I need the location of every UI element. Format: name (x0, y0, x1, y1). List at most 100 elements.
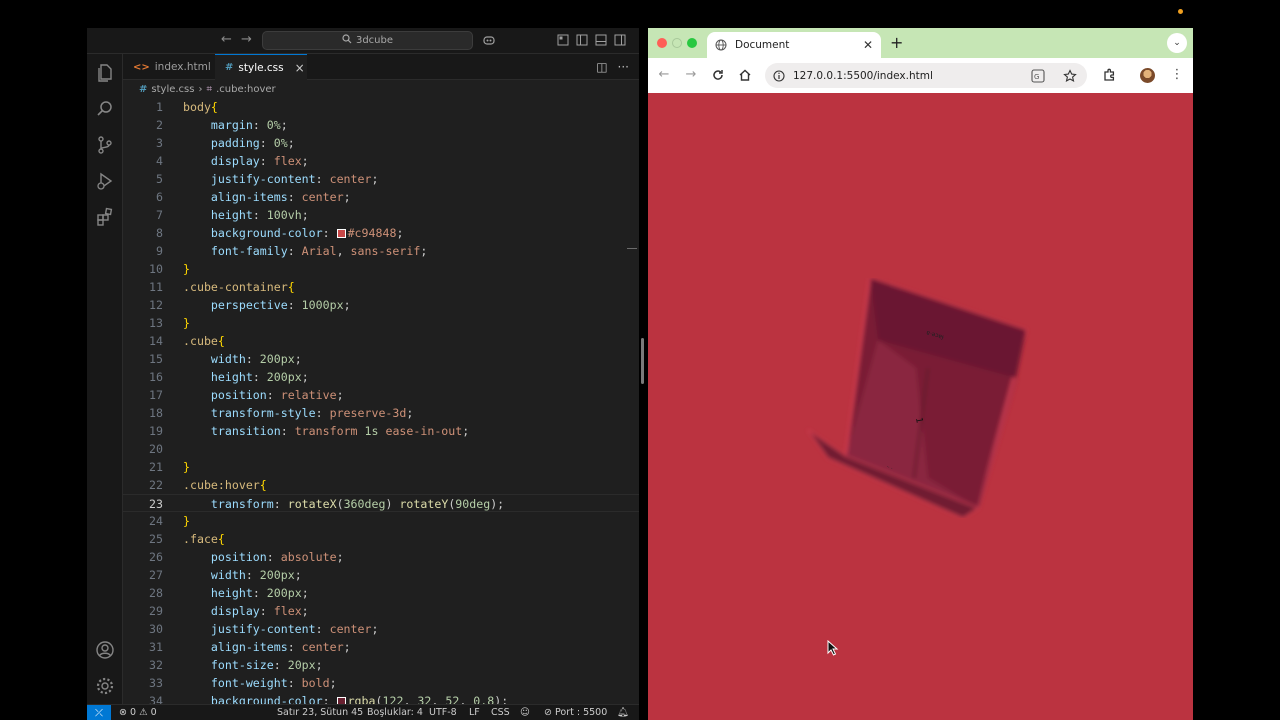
close-tab-icon[interactable]: ✕ (863, 38, 873, 52)
translate-icon[interactable]: G (1031, 68, 1045, 83)
code-text: background-color: rgba(122, 32, 52, 0.8)… (183, 694, 509, 704)
code-text: position: absolute; (183, 550, 344, 564)
code-line[interactable]: 26 position: absolute; (123, 548, 639, 566)
code-line[interactable]: 15 width: 200px; (123, 350, 639, 368)
minimize-window-button[interactable] (672, 38, 682, 48)
breadcrumb-file[interactable]: style.css (151, 84, 194, 95)
code-text: position: relative; (183, 388, 344, 402)
cursor-position[interactable]: Satır 23, Sütun 45 (277, 707, 363, 719)
customize-layout-icon[interactable] (557, 34, 569, 46)
code-line[interactable]: 18 transform-style: preserve-3d; (123, 404, 639, 422)
extensions-icon[interactable] (95, 207, 115, 227)
line-number: 34 (149, 694, 163, 704)
bookmark-star-icon[interactable] (1063, 68, 1077, 83)
code-line[interactable]: 7 height: 100vh; (123, 206, 639, 224)
maximize-window-button[interactable] (687, 38, 697, 48)
toggle-sidebar-icon[interactable] (576, 34, 588, 46)
code-line[interactable]: 5 justify-content: center; (123, 170, 639, 188)
address-bar[interactable]: 127.0.0.1:5500/index.html G (765, 63, 1087, 88)
code-line[interactable]: 23 transform: rotateX(360deg) rotateY(90… (123, 494, 639, 512)
code-line[interactable]: 30 justify-content: center; (123, 620, 639, 638)
home-icon[interactable] (737, 67, 753, 83)
code-line[interactable]: 20 (123, 440, 639, 458)
close-tab-icon[interactable]: × (295, 61, 305, 75)
code-line[interactable]: 29 display: flex; (123, 602, 639, 620)
reload-icon[interactable] (710, 67, 726, 83)
breadcrumb-symbol[interactable]: .cube:hover (216, 84, 276, 95)
editor-scrollbar[interactable] (641, 338, 644, 384)
notifications-bell-icon[interactable]: 🔔︎ (617, 707, 629, 719)
code-line[interactable]: 8 background-color: #c94848; (123, 224, 639, 242)
more-actions-icon[interactable]: ··· (618, 60, 629, 74)
code-line[interactable]: 32 font-size: 20px; (123, 656, 639, 674)
code-line[interactable]: 16 height: 200px; (123, 368, 639, 386)
warning-icon: ⚠ (139, 707, 148, 718)
code-line[interactable]: 22 .cube:hover{ (123, 476, 639, 494)
code-line[interactable]: 33 font-weight: bold; (123, 674, 639, 692)
code-line[interactable]: 17 position: relative; (123, 386, 639, 404)
code-line[interactable]: 28 height: 200px; (123, 584, 639, 602)
kebab-menu-icon[interactable]: ⋮ (1169, 67, 1185, 83)
rotating-cube[interactable]: ɐ·ǝɔɐɟ 1 ·· · (798, 277, 1038, 519)
run-debug-icon[interactable] (95, 171, 115, 191)
code-line[interactable]: 25 .face{ (123, 530, 639, 548)
problems-indicator[interactable]: ⊗ 0 ⚠ 0 (119, 707, 157, 719)
code-line[interactable]: 4 display: flex; (123, 152, 639, 170)
tab-search-chevron-icon[interactable]: ⌄ (1167, 33, 1187, 53)
line-number: 11 (149, 280, 163, 294)
code-line[interactable]: 2 margin: 0%; (123, 116, 639, 134)
code-line[interactable]: 14 .cube{ (123, 332, 639, 350)
back-arrow-icon[interactable]: ← (656, 67, 672, 83)
code-line[interactable]: 24} (123, 512, 639, 530)
search-sidebar-icon[interactable] (95, 99, 115, 119)
code-line[interactable]: 12 perspective: 1000px; (123, 296, 639, 314)
settings-gear-icon[interactable] (95, 676, 115, 696)
live-server-port[interactable]: ⊘ Port : 5500 (544, 707, 607, 719)
code-text: width: 200px; (183, 568, 302, 582)
code-line[interactable]: 13} (123, 314, 639, 332)
new-tab-icon[interactable]: + (890, 34, 903, 52)
toggle-panel-icon[interactable] (595, 34, 607, 46)
code-line[interactable]: 21} (123, 458, 639, 476)
code-line[interactable]: 34 background-color: rgba(122, 32, 52, 0… (123, 692, 639, 704)
tab-style-css[interactable]: # style.css × (215, 54, 307, 80)
code-line[interactable]: 11 .cube-container{ (123, 278, 639, 296)
code-line[interactable]: 6 align-items: center; (123, 188, 639, 206)
code-text: } (183, 514, 190, 528)
close-window-button[interactable] (657, 38, 667, 48)
explorer-icon[interactable] (95, 63, 115, 83)
site-info-icon[interactable] (773, 69, 785, 82)
toggle-secondary-sidebar-icon[interactable] (614, 34, 626, 46)
code-line[interactable]: 3 padding: 0%; (123, 134, 639, 152)
copilot-status-icon[interactable]: ☺ (520, 707, 530, 719)
line-number: 18 (149, 406, 163, 420)
page-viewport[interactable]: ɐ·ǝɔɐɟ 1 ·· · (648, 93, 1193, 720)
source-control-icon[interactable] (95, 135, 115, 155)
forward-arrow-icon[interactable]: → (683, 67, 699, 83)
code-line[interactable]: 31 align-items: center; (123, 638, 639, 656)
warning-count: 0 (150, 707, 157, 718)
end-of-line[interactable]: LF (469, 707, 480, 719)
remote-indicator[interactable]: ⤫ (87, 705, 111, 720)
indentation[interactable]: Boşluklar: 4 (367, 707, 423, 719)
code-editor[interactable]: 1 body{2 margin: 0%; 3 padding: 0%; 4 displ… (123, 98, 639, 704)
code-line[interactable]: 27 width: 200px; (123, 566, 639, 584)
back-arrow-icon[interactable]: ← (221, 32, 232, 48)
tab-index-html[interactable]: <> index.html (123, 54, 215, 80)
encoding[interactable]: UTF-8 (429, 707, 457, 719)
language-mode[interactable]: CSS (491, 707, 510, 719)
color-swatch[interactable] (336, 697, 346, 704)
split-editor-icon[interactable]: ◫ (596, 60, 607, 74)
code-line[interactable]: 19 transition: transform 1s ease-in-out; (123, 422, 639, 440)
account-icon[interactable] (95, 640, 115, 660)
profile-avatar[interactable] (1140, 68, 1155, 83)
extensions-puzzle-icon[interactable] (1101, 67, 1117, 83)
code-line[interactable]: 1 body{ (123, 98, 639, 116)
code-line[interactable]: 9 font-family: Arial, sans-serif; (123, 242, 639, 260)
color-swatch[interactable] (336, 229, 346, 238)
command-center-search[interactable]: 3dcube (262, 31, 473, 50)
copilot-icon[interactable] (483, 34, 495, 46)
code-line[interactable]: 10} (123, 260, 639, 278)
forward-arrow-icon[interactable]: → (241, 32, 252, 48)
browser-tab-document[interactable]: Document ✕ (707, 32, 881, 58)
